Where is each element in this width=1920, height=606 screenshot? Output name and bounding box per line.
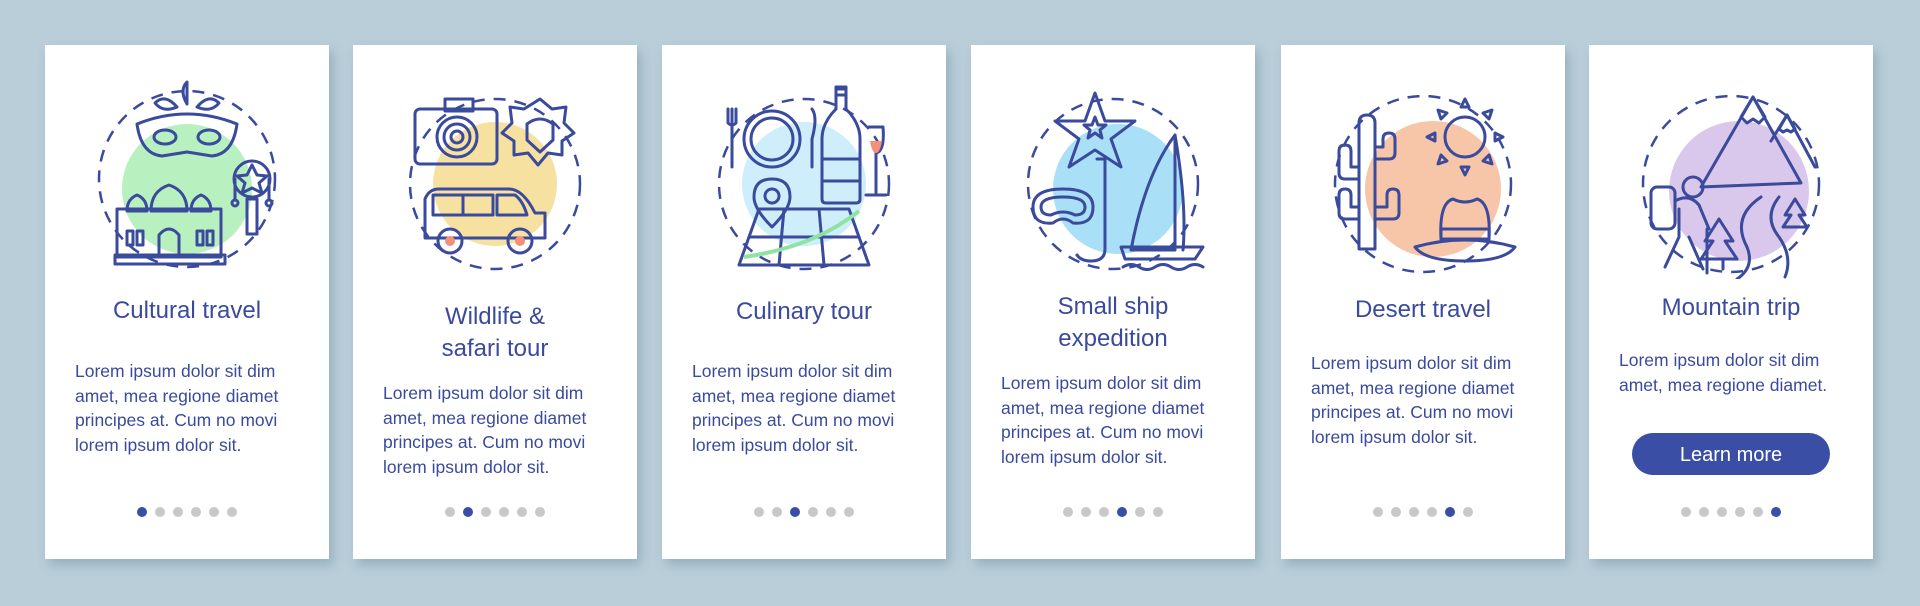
screen-description: Lorem ipsum dolor sit dim amet, mea regi… — [75, 361, 279, 455]
page-dot-2[interactable] — [772, 507, 782, 517]
page-dot-3[interactable] — [1099, 507, 1109, 517]
page-dot-1[interactable] — [137, 507, 147, 517]
page-dot-2[interactable] — [1391, 507, 1401, 517]
page-dot-1[interactable] — [1681, 507, 1691, 517]
page-dot-4[interactable] — [808, 507, 818, 517]
page-dot-5[interactable] — [1135, 507, 1145, 517]
page-dot-5[interactable] — [1753, 507, 1763, 517]
desert-travel-icon — [1333, 94, 1517, 274]
page-dot-4[interactable] — [499, 507, 509, 517]
page-dot-6[interactable] — [227, 507, 237, 517]
screen-title: Small ship expedition — [1057, 293, 1169, 352]
screen-title: Desert travel — [1354, 296, 1492, 323]
page-dot-6[interactable] — [1153, 507, 1163, 517]
screen-title: Mountain trip — [1661, 294, 1801, 321]
screen-title: Cultural travel — [112, 297, 262, 324]
page-dot-6[interactable] — [1771, 507, 1781, 517]
page-dot-5[interactable] — [1445, 507, 1455, 517]
page-indicator — [662, 507, 946, 517]
screen-title: Wildlife & safari tour — [441, 303, 549, 362]
page-dot-3[interactable] — [790, 507, 800, 517]
onboarding-screen-desert-travel: Desert travel Lorem ipsum dolor sit dim … — [1281, 45, 1565, 559]
onboarding-screen-wildlife-safari: Wildlife & safari tour Lorem ipsum dolor… — [353, 45, 637, 559]
screen-description: Lorem ipsum dolor sit dim amet, mea regi… — [1619, 350, 1828, 395]
onboarding-screen-small-ship-expedition: Small ship expedition Lorem ipsum dolor … — [971, 45, 1255, 559]
page-dot-4[interactable] — [1735, 507, 1745, 517]
page-dot-3[interactable] — [173, 507, 183, 517]
onboarding-screen-mountain-trip: Mountain trip Lorem ipsum dolor sit dim … — [1589, 45, 1873, 559]
screen-title: Culinary tour — [735, 298, 873, 325]
small-ship-expedition-icon — [1026, 91, 1205, 271]
culinary-tour-icon — [717, 85, 891, 271]
page-indicator — [971, 507, 1255, 517]
page-dot-2[interactable] — [155, 507, 165, 517]
onboarding-screen-cultural-travel: Cultural travel Lorem ipsum dolor sit di… — [45, 45, 329, 559]
page-dot-2[interactable] — [1699, 507, 1709, 517]
screen-description: Lorem ipsum dolor sit dim amet, mea regi… — [1001, 373, 1205, 467]
page-dot-1[interactable] — [1373, 507, 1383, 517]
page-indicator — [45, 507, 329, 517]
page-dot-3[interactable] — [481, 507, 491, 517]
page-dot-5[interactable] — [826, 507, 836, 517]
learn-more-button[interactable]: Learn more — [1632, 433, 1830, 475]
page-dot-2[interactable] — [463, 507, 473, 517]
screen-description: Lorem ipsum dolor sit dim amet, mea regi… — [383, 383, 587, 477]
page-dot-4[interactable] — [1427, 507, 1437, 517]
page-dot-4[interactable] — [191, 507, 201, 517]
screen-description: Lorem ipsum dolor sit dim amet, mea regi… — [1311, 353, 1515, 447]
page-dot-5[interactable] — [517, 507, 527, 517]
page-indicator — [353, 507, 637, 517]
page-dot-2[interactable] — [1081, 507, 1091, 517]
page-dot-6[interactable] — [535, 507, 545, 517]
page-dot-3[interactable] — [1717, 507, 1727, 517]
page-dot-3[interactable] — [1409, 507, 1419, 517]
onboarding-screen-culinary-tour: Culinary tour Lorem ipsum dolor sit dim … — [662, 45, 946, 559]
page-indicator — [1281, 507, 1565, 517]
page-dot-6[interactable] — [1463, 507, 1473, 517]
cultural-travel-icon — [97, 80, 277, 269]
page-indicator — [1589, 507, 1873, 517]
page-dot-1[interactable] — [754, 507, 764, 517]
screen-description: Lorem ipsum dolor sit dim amet, mea regi… — [692, 361, 896, 455]
mountain-trip-icon — [1641, 94, 1821, 279]
page-dot-5[interactable] — [209, 507, 219, 517]
page-dot-1[interactable] — [1063, 507, 1073, 517]
page-dot-6[interactable] — [844, 507, 854, 517]
page-dot-1[interactable] — [445, 507, 455, 517]
wildlife-safari-icon — [408, 97, 582, 271]
page-dot-4[interactable] — [1117, 507, 1127, 517]
